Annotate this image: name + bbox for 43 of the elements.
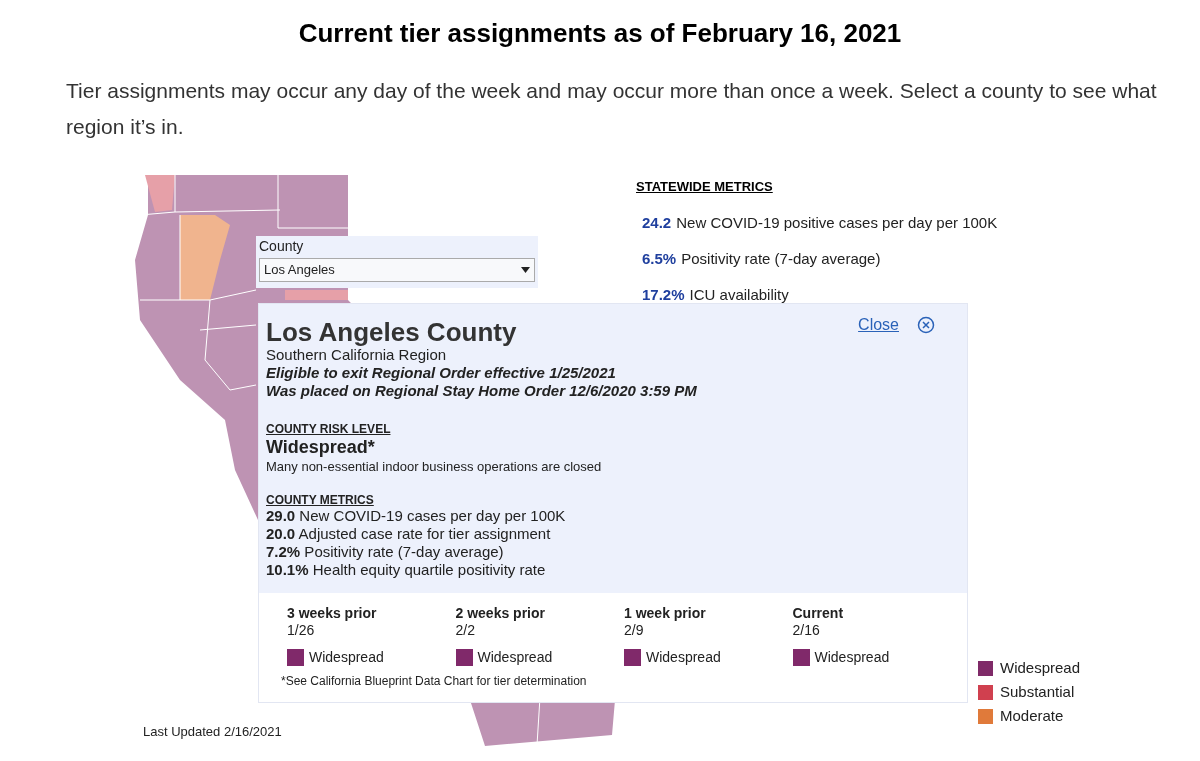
county-region: Southern California Region: [266, 346, 448, 364]
period-label: Current: [792, 605, 845, 621]
metric-label: New COVID-19 positive cases per day per 100K: [676, 212, 998, 233]
period-date: 2/2: [455, 621, 476, 639]
period-label: 3 weeks prior: [287, 605, 378, 621]
tier-label: Widespread: [646, 648, 721, 667]
county-metric: 10.1% Health equity quartile positivity rate: [266, 561, 546, 578]
footnote: *See California Blueprint Data Chart for tier determination: [281, 673, 588, 690]
tier-label: Widespread: [309, 648, 384, 667]
county-metrics-heading: COUNTY METRICS: [266, 493, 375, 507]
county-metric: 29.0 New COVID-19 cases per day per 100K: [266, 507, 566, 524]
legend-label: Substantial: [1000, 681, 1075, 702]
metric-value: 17.2%: [642, 284, 685, 305]
risk-level: Widespread*: [266, 436, 376, 458]
metric-label: Positivity rate (7-day average): [681, 248, 881, 269]
period-date: 2/9: [624, 621, 645, 639]
caret-icon: [521, 267, 530, 273]
metric-label: ICU availability: [689, 284, 789, 305]
legend-label: Widespread: [1000, 657, 1081, 678]
county-metric: 7.2% Positivity rate (7-day average): [266, 543, 504, 560]
metric-value: 24.2: [642, 212, 672, 233]
region-order-note: Was placed on Regional Stay Home Order 12/6/2020 3:59 PM: [266, 382, 698, 400]
risk-level-heading: COUNTY RISK LEVEL: [266, 422, 392, 436]
legend-label: Moderate: [1000, 705, 1064, 726]
county-metric: 20.0 Adjusted case rate for tier assignment: [266, 525, 551, 542]
tier-label: Widespread: [814, 648, 890, 667]
tier-label: Widespread: [477, 648, 553, 667]
statewide-metrics-heading: STATEWIDE METRICS: [636, 178, 774, 196]
period-date: 1/26: [287, 621, 316, 639]
close-icon[interactable]: [917, 316, 935, 334]
period-date: 2/16: [792, 621, 821, 639]
period-label: 2 weeks prior: [455, 605, 546, 621]
risk-description: Many non-essential indoor business operations are closed: [266, 458, 603, 475]
county-label: County: [259, 237, 305, 255]
county-title: Los Angeles County: [266, 318, 517, 346]
region-order-note: Eligible to exit Regional Order effective 1/25/2021: [266, 364, 617, 382]
last-updated: Last Updated 2/16/2021: [143, 723, 282, 741]
intro-paragraph: Tier assignments may occur any day of the week and may occur more than once a week. Select a county to see what region it’s in.: [66, 78, 1158, 140]
period-label: 1 week prior: [624, 605, 707, 621]
close-link[interactable]: Close: [858, 313, 899, 337]
page-title: Current tier assignments as of February 16, 2021: [297, 17, 903, 50]
metric-value: 6.5%: [642, 248, 677, 269]
county-dropdown[interactable]: Los Angeles: [259, 258, 535, 282]
